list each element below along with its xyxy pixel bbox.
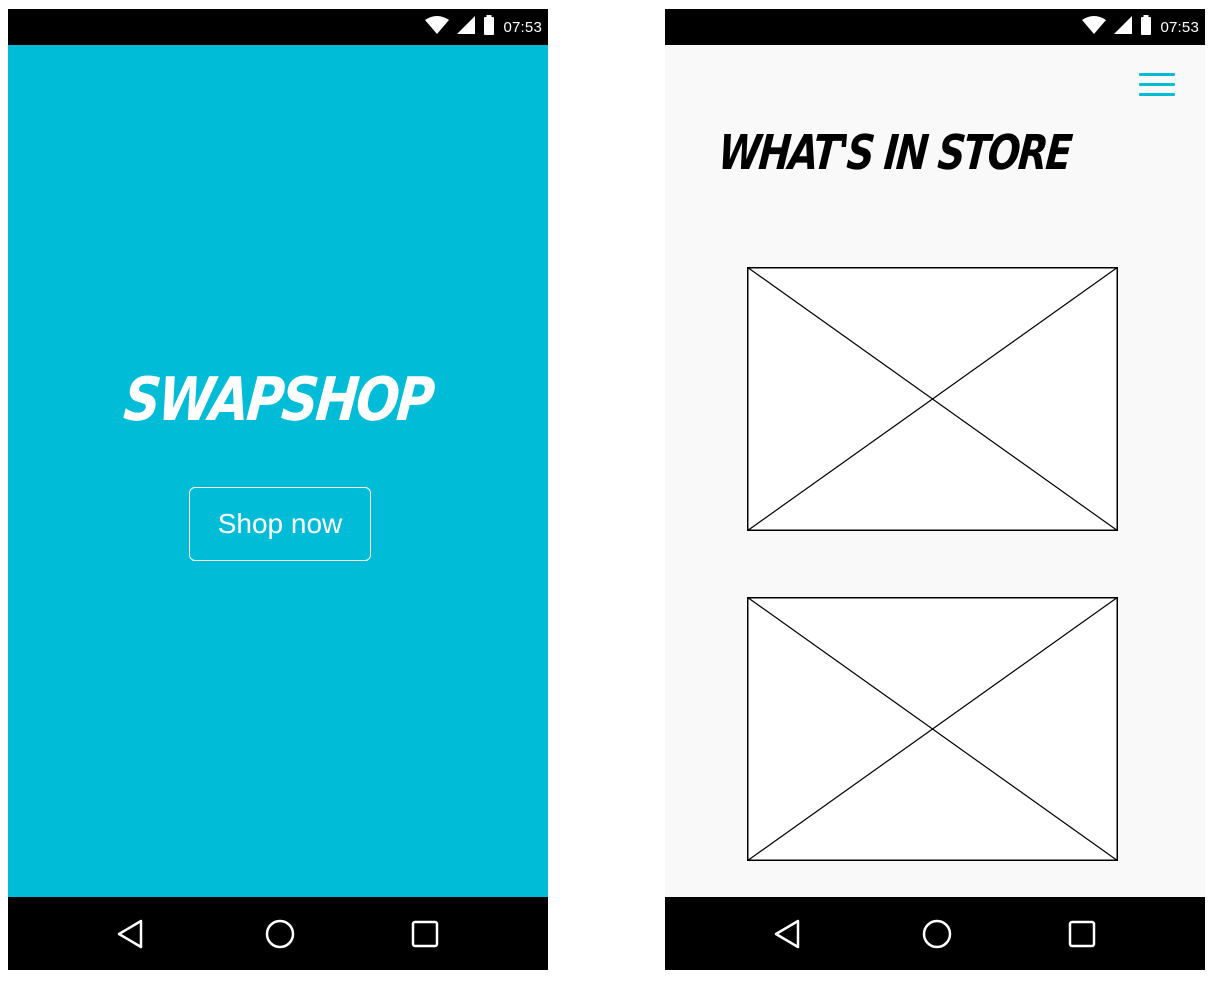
back-icon[interactable] — [757, 897, 817, 970]
status-time: 07:53 — [503, 18, 542, 36]
shop-now-button[interactable]: Shop now — [189, 487, 371, 561]
splash-phone: 07:53 SWAPSHOP Shop now — [8, 9, 548, 970]
splash-screen: SWAPSHOP Shop now — [8, 45, 548, 897]
brand-logo-text: SWAPSHOP — [120, 365, 436, 435]
recents-icon[interactable] — [395, 897, 455, 970]
status-time: 07:53 — [1160, 18, 1199, 36]
home-icon[interactable] — [250, 897, 310, 970]
battery-icon — [1140, 14, 1152, 40]
image-placeholder[interactable] — [747, 597, 1118, 861]
status-bar: 07:53 — [665, 9, 1205, 45]
wifi-icon — [425, 15, 450, 39]
page-title: WHAT'S IN STORE — [716, 125, 1073, 181]
image-placeholder[interactable] — [747, 267, 1118, 531]
store-phone: 07:53 WHAT'S IN STORE — [665, 9, 1205, 970]
status-bar: 07:53 — [8, 9, 548, 45]
wifi-icon — [1082, 15, 1107, 39]
store-screen: WHAT'S IN STORE — [665, 45, 1205, 897]
recents-icon[interactable] — [1052, 897, 1112, 970]
navigation-bar — [8, 897, 548, 970]
cellular-signal-icon — [1114, 15, 1133, 39]
cellular-signal-icon — [457, 15, 476, 39]
hamburger-menu-icon[interactable] — [1137, 71, 1177, 101]
battery-icon — [483, 14, 495, 40]
home-icon[interactable] — [907, 897, 967, 970]
navigation-bar — [665, 897, 1205, 970]
back-icon[interactable] — [100, 897, 160, 970]
